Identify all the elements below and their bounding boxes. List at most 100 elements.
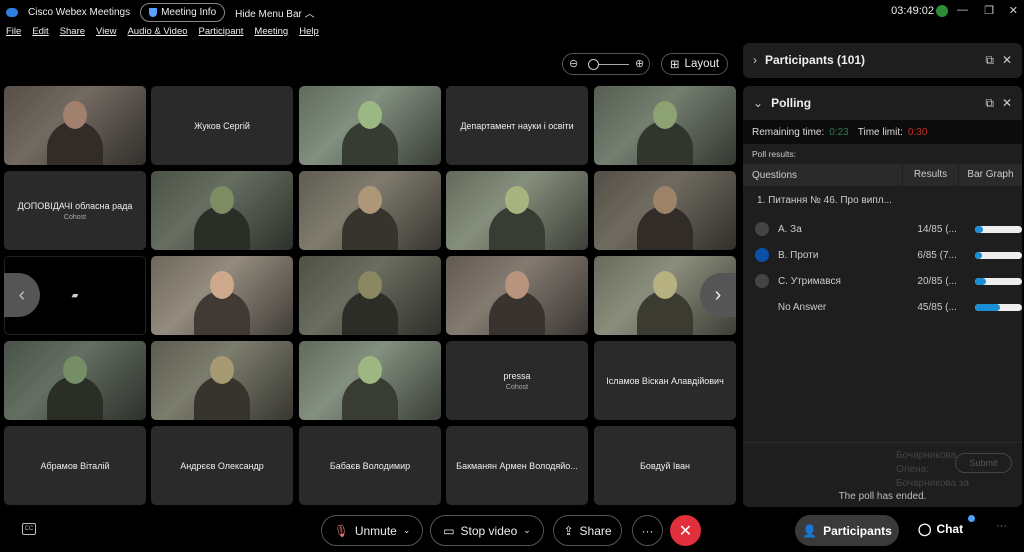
radio-button[interactable] — [755, 222, 769, 236]
more-panels-button[interactable]: ··· — [996, 520, 1007, 532]
leave-meeting-button[interactable]: ✕ — [670, 515, 701, 546]
chat-bubble-icon: ◯ — [918, 522, 932, 536]
participant-tile[interactable]: Андрєєв Олександр — [151, 426, 293, 505]
result-bar — [975, 251, 1022, 259]
participant-video-tile[interactable] — [299, 86, 441, 165]
radio-button[interactable] — [755, 274, 769, 288]
meeting-info-button[interactable]: Meeting Info — [140, 2, 226, 22]
option-result: 6/85 (7... — [917, 249, 957, 261]
pop-out-icon[interactable]: ⧉ — [985, 53, 994, 68]
participant-video-tile[interactable] — [446, 256, 588, 335]
mic-muted-icon: 🎙 — [333, 523, 349, 538]
zoom-slider[interactable]: ⊖ ⊕ — [562, 53, 650, 75]
chevron-right-icon[interactable]: › — [753, 53, 757, 67]
participant-tile[interactable]: Бовдуй Іван — [594, 426, 736, 505]
zoom-out-icon[interactable]: ⊖ — [569, 57, 578, 70]
submit-button[interactable]: Submit — [955, 453, 1012, 473]
participant-tile[interactable]: Жуков Сергій — [151, 86, 293, 165]
captions-button[interactable]: CC — [22, 523, 36, 535]
shield-icon — [149, 7, 158, 17]
participant-name: pressa — [503, 370, 531, 381]
participant-tile[interactable]: Бакманян Армен Володяйо... — [446, 426, 588, 505]
close-icon: ✕ — [678, 522, 693, 540]
participant-video — [653, 101, 677, 129]
polling-title: Polling — [771, 96, 812, 110]
chevron-down-icon[interactable]: ⌄ — [523, 525, 531, 536]
time-limit: 0:30 — [907, 126, 928, 138]
result-bar — [975, 303, 1022, 311]
participant-video-tile[interactable] — [151, 171, 293, 250]
zoom-knob[interactable] — [588, 59, 599, 70]
chevron-up-icon: ︿ — [304, 8, 315, 20]
webex-logo-icon — [6, 7, 18, 17]
participant-tile[interactable]: Департамент науки і освіти — [446, 86, 588, 165]
menu-share[interactable]: Share — [60, 26, 85, 40]
pop-out-icon[interactable]: ⧉ — [985, 96, 994, 111]
participant-name: Бакманян Армен Володяйо... — [456, 460, 578, 471]
restore-button[interactable]: ❐ — [984, 4, 994, 17]
minimize-button[interactable]: — — [957, 4, 968, 16]
stop-video-label: Stop video — [460, 523, 518, 538]
poll-columns: Questions Results Bar Graph — [743, 164, 1022, 186]
participant-video-tile[interactable] — [446, 171, 588, 250]
participant-video-tile[interactable] — [151, 256, 293, 335]
more-options-button[interactable]: ··· — [632, 515, 663, 546]
participant-video-tile[interactable] — [4, 86, 146, 165]
result-bar — [975, 225, 1022, 233]
menu-view[interactable]: View — [96, 26, 116, 40]
participant-video — [653, 186, 677, 214]
participant-tile[interactable]: ДОПОВІДАЧІ обласна рада Cohost — [4, 171, 146, 250]
participant-video-tile[interactable] — [299, 171, 441, 250]
connection-icon — [936, 5, 948, 17]
option-result: 14/85 (... — [917, 223, 957, 235]
share-button[interactable]: ⇪ Share — [553, 515, 622, 546]
participant-video-tile[interactable] — [299, 341, 441, 420]
zoom-in-icon[interactable]: ⊕ — [635, 57, 644, 70]
participant-video-tile[interactable] — [299, 256, 441, 335]
participant-tile[interactable]: Бабаєв Володимир — [299, 426, 441, 505]
close-icon[interactable]: ✕ — [1002, 53, 1012, 67]
video-off-icon: ▰ — [71, 290, 79, 300]
radio-button[interactable] — [755, 248, 769, 262]
close-icon[interactable]: ✕ — [1002, 96, 1012, 110]
result-bar — [975, 277, 1022, 285]
chevron-down-icon[interactable]: ⌄ — [403, 525, 411, 536]
poll-option: No Answer 45/85 (... — [743, 294, 1022, 320]
menu-edit[interactable]: Edit — [32, 26, 48, 40]
meeting-info-label: Meeting Info — [161, 6, 217, 18]
participant-video — [63, 101, 87, 129]
menu-audio-video[interactable]: Audio & Video — [127, 26, 187, 40]
stop-video-button[interactable]: ▭ Stop video ⌄ — [430, 515, 544, 546]
participants-panel-title: Participants (101) — [765, 53, 866, 67]
col-bar-graph: Bar Graph — [958, 164, 1022, 186]
chat-button[interactable]: ◯ Chat — [918, 522, 963, 536]
unmute-button[interactable]: 🎙 Unmute ⌄ — [321, 515, 423, 546]
poll-option: B. Проти 6/85 (7... — [743, 242, 1022, 268]
participant-tile[interactable]: Абрамов Віталій — [4, 426, 146, 505]
col-questions: Questions — [752, 169, 798, 181]
participant-name: Абрамов Віталій — [40, 460, 110, 471]
title-bar: Cisco Webex Meetings Meeting Info Hide M… — [0, 0, 1024, 24]
poll-results-label: Poll results: — [752, 149, 796, 159]
cc-label: CC — [24, 526, 34, 532]
menu-bar: File Edit Share View Audio & Video Parti… — [0, 26, 319, 40]
menu-participant[interactable]: Participant — [199, 26, 244, 40]
participants-button[interactable]: 👤 Participants — [795, 515, 899, 546]
chevron-down-icon[interactable]: ⌄ — [753, 96, 763, 110]
participant-video-tile[interactable] — [594, 86, 736, 165]
participant-tile[interactable]: Ісламов Віскан Алавдійович — [594, 341, 736, 420]
share-label: Share — [579, 523, 612, 538]
layout-button[interactable]: ⊞ Layout — [661, 53, 728, 75]
hide-menu-bar-button[interactable]: Hide Menu Bar ︿ — [235, 5, 314, 20]
menu-help[interactable]: Help — [299, 26, 319, 40]
menu-file[interactable]: File — [6, 26, 21, 40]
participant-tile[interactable]: pressa Cohost — [446, 341, 588, 420]
close-window-button[interactable]: ✕ — [1009, 4, 1018, 17]
time-limit-label: Time limit: — [857, 126, 903, 138]
participant-video-tile[interactable] — [151, 341, 293, 420]
participant-video-tile[interactable] — [4, 341, 146, 420]
next-page-button[interactable]: › — [700, 273, 736, 317]
participant-video-tile[interactable] — [594, 171, 736, 250]
menu-meeting[interactable]: Meeting — [254, 26, 288, 40]
participant-video — [653, 271, 677, 299]
